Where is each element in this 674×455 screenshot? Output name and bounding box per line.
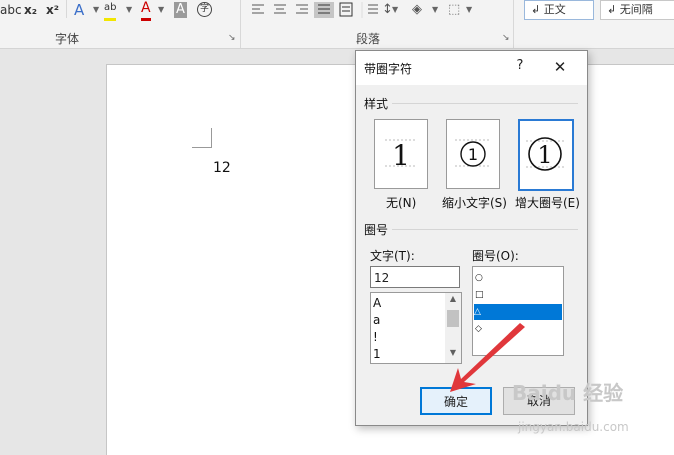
- baidu-watermark-url: jingyan.baidu.com: [518, 420, 629, 434]
- baidu-watermark: Baidu 经验: [512, 381, 624, 405]
